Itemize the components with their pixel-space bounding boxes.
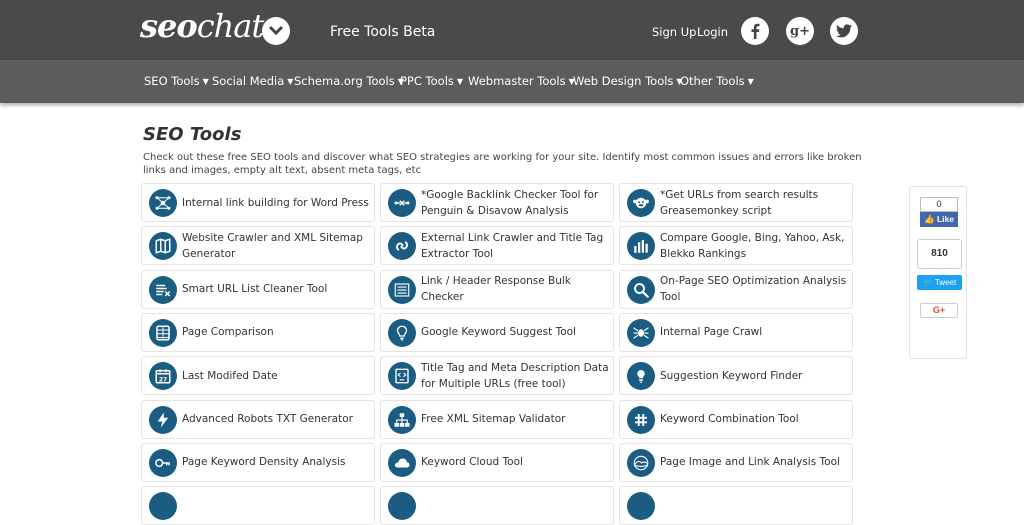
columns-icon bbox=[149, 318, 177, 347]
facebook-like-count: 0 bbox=[920, 197, 958, 212]
tool-card[interactable]: Advanced Robots TXT Generator bbox=[141, 399, 375, 439]
top-header: seochat Free Tools Beta Sign Up Login g+ bbox=[0, 0, 1024, 60]
code-icon bbox=[388, 362, 416, 391]
tool-card[interactable]: Keyword Cloud Tool bbox=[380, 442, 614, 482]
brand-tagline: Free Tools Beta bbox=[330, 24, 436, 40]
tool-card[interactable]: *Get URLs from search results Greasemonk… bbox=[619, 183, 853, 222]
signup-link[interactable]: Sign Up bbox=[652, 25, 696, 39]
tool-card[interactable]: 27 Last Modifed Date bbox=[141, 356, 375, 396]
lightbulb-icon bbox=[388, 318, 416, 347]
tool-icon bbox=[388, 492, 416, 521]
facebook-like-button[interactable]: 👍 Like bbox=[920, 212, 958, 227]
tool-card-label: Link / Header Response Bulk Checker bbox=[421, 275, 571, 304]
tool-card-label: Advanced Robots TXT Generator bbox=[182, 413, 353, 425]
link-icon bbox=[388, 189, 416, 217]
monkey-icon bbox=[627, 189, 655, 217]
tool-card-label: Keyword Cloud Tool bbox=[421, 456, 523, 469]
nav-social-media[interactable]: Social Media ▼ bbox=[212, 74, 293, 88]
nav-ppc-tools[interactable]: PPC Tools ▼ bbox=[400, 74, 463, 88]
tool-card-label: External Link Crawler and Title Tag Extr… bbox=[421, 231, 604, 260]
tool-card[interactable]: Page Image and Link Analysis Tool bbox=[619, 442, 853, 482]
google-plus-button[interactable]: G+ bbox=[920, 303, 958, 318]
tool-card[interactable]: On-Page SEO Optimization Analysis Tool bbox=[619, 269, 853, 309]
list-clean-icon bbox=[149, 275, 177, 304]
share-box: 0 👍 Like 810 🐦 Tweet G+ bbox=[909, 186, 967, 359]
tool-card[interactable] bbox=[380, 486, 614, 525]
tool-card-label: Compare Google, Bing, Yahoo, Ask, Blekko… bbox=[660, 231, 845, 260]
tool-card[interactable]: Website Crawler and XML Sitemap Generato… bbox=[141, 226, 375, 266]
tool-card[interactable]: Smart URL List Cleaner Tool bbox=[141, 269, 375, 309]
facebook-icon[interactable] bbox=[741, 17, 769, 45]
main-nav: SEO Tools ▼ Social Media ▼ Schema.org Tool… bbox=[0, 60, 1024, 103]
nav-schema-tools[interactable]: Schema.org Tools ▼ bbox=[294, 74, 404, 88]
tool-card[interactable]: Page Keyword Density Analysis bbox=[141, 442, 375, 482]
google-plus-icon[interactable]: g+ bbox=[786, 17, 814, 45]
tool-card[interactable]: Page Comparison bbox=[141, 312, 375, 352]
sitemap-icon bbox=[388, 405, 416, 434]
tool-card[interactable]: Keyword Combination Tool bbox=[619, 399, 853, 439]
tool-card[interactable]: Suggestion Keyword Finder bbox=[619, 356, 853, 396]
tool-card[interactable]: Internal Page Crawl bbox=[619, 312, 853, 352]
combine-icon bbox=[627, 405, 655, 434]
tool-card-label: Title Tag and Meta Description Data for … bbox=[421, 361, 609, 390]
tool-card[interactable]: Link / Header Response Bulk Checker bbox=[380, 269, 614, 309]
spider-icon bbox=[627, 318, 655, 347]
tool-card[interactable]: *Google Backlink Checker Tool for Pengui… bbox=[380, 183, 614, 222]
chain-icon bbox=[388, 232, 416, 261]
tool-card[interactable] bbox=[141, 486, 375, 525]
page-title: SEO Tools bbox=[143, 124, 242, 145]
network-icon bbox=[149, 189, 177, 217]
tweet-button[interactable]: 🐦 Tweet bbox=[917, 275, 962, 290]
tool-card-label: Suggestion Keyword Finder bbox=[660, 369, 803, 382]
tool-card[interactable] bbox=[619, 486, 853, 525]
tool-card-label: *Google Backlink Checker Tool for Pengui… bbox=[421, 188, 599, 217]
key-icon bbox=[149, 448, 177, 477]
tool-card-label: Keyword Combination Tool bbox=[660, 413, 799, 425]
cloud-icon bbox=[388, 448, 416, 477]
svg-text:27: 27 bbox=[159, 376, 167, 383]
tool-card-label: Page Keyword Density Analysis bbox=[182, 456, 346, 469]
nav-seo-tools[interactable]: SEO Tools ▼ bbox=[144, 74, 209, 88]
tool-card-label: Page Comparison bbox=[182, 326, 274, 339]
chevron-down-icon[interactable] bbox=[262, 17, 290, 45]
image-icon bbox=[627, 448, 655, 477]
tool-card-label: On-Page SEO Optimization Analysis Tool bbox=[660, 275, 847, 304]
tool-card-label: Website Crawler and XML Sitemap Generato… bbox=[182, 231, 363, 260]
calendar-icon: 27 bbox=[149, 362, 177, 391]
list-icon bbox=[388, 275, 416, 304]
tool-card[interactable]: Google Keyword Suggest Tool bbox=[380, 312, 614, 352]
tool-card-label: Google Keyword Suggest Tool bbox=[421, 326, 576, 339]
page-description: Check out these free SEO tools and disco… bbox=[143, 152, 862, 176]
magnifier-icon bbox=[627, 275, 655, 304]
tool-card-label: Page Image and Link Analysis Tool bbox=[660, 456, 840, 469]
login-link[interactable]: Login bbox=[697, 25, 728, 39]
bar-chart-icon bbox=[627, 232, 655, 261]
tool-card[interactable]: Compare Google, Bing, Yahoo, Ask, Blekko… bbox=[619, 226, 853, 266]
tool-card-label: Last Modifed Date bbox=[182, 369, 278, 382]
tool-card-label: *Get URLs from search results Greasemonk… bbox=[660, 188, 819, 217]
tool-icon bbox=[149, 492, 177, 521]
tool-card[interactable]: Internal link building for Word Press bbox=[141, 183, 375, 222]
tool-card[interactable]: External Link Crawler and Title Tag Extr… bbox=[380, 226, 614, 266]
tool-card[interactable]: Free XML Sitemap Validator bbox=[380, 399, 614, 439]
twitter-icon[interactable] bbox=[830, 17, 858, 45]
tool-card-label: Internal link building for Word Press bbox=[182, 196, 369, 209]
tool-card-label: Free XML Sitemap Validator bbox=[421, 413, 566, 425]
tool-icon bbox=[627, 492, 655, 521]
bolt-icon bbox=[149, 405, 177, 434]
tweet-count: 810 bbox=[917, 239, 962, 269]
idea-bulb-icon bbox=[627, 362, 655, 391]
nav-webmaster-tools[interactable]: Webmaster Tools ▼ bbox=[468, 74, 575, 88]
tool-card-label: Internal Page Crawl bbox=[660, 326, 763, 339]
map-icon bbox=[149, 232, 177, 261]
tool-card[interactable]: Title Tag and Meta Description Data for … bbox=[380, 356, 614, 396]
tool-card-label: Smart URL List Cleaner Tool bbox=[182, 283, 328, 296]
nav-other-tools[interactable]: Other Tools ▼ bbox=[680, 74, 754, 88]
nav-web-design-tools[interactable]: Web Design Tools ▼ bbox=[573, 74, 683, 88]
site-logo[interactable]: seochat bbox=[140, 6, 264, 46]
